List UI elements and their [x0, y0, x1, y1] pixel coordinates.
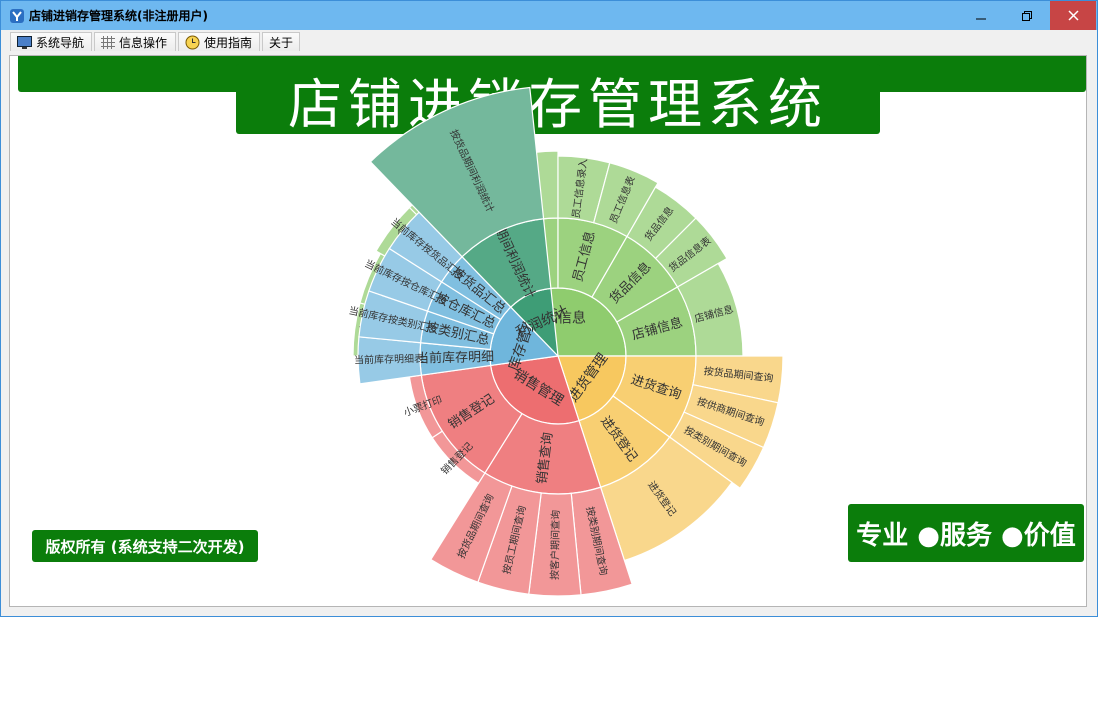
title-bar[interactable]: 店铺进销存管理系统(非注册用户): [1, 1, 1097, 30]
sunburst-leaf-label: 按客户期间查询: [548, 510, 562, 580]
menu-label: 使用指南: [204, 35, 253, 50]
app-icon: [10, 9, 24, 23]
slogan-badge: 专业 ●服务 ●价值: [848, 504, 1084, 562]
menu-label: 信息操作: [119, 35, 168, 50]
sunburst-subcategory-label: 当前库存明细: [416, 349, 494, 367]
minimize-button[interactable]: [958, 1, 1004, 30]
menu-about[interactable]: 关于: [262, 32, 300, 51]
restore-button[interactable]: [1004, 1, 1050, 30]
copyright-badge: 版权所有 (系统支持二次开发): [32, 530, 258, 562]
clock-icon: [185, 35, 200, 49]
menu-info-ops[interactable]: 信息操作: [94, 32, 176, 51]
restore-icon: [1022, 10, 1032, 21]
minimize-icon: [976, 18, 986, 19]
app-window: 店铺进销存管理系统(非注册用户) 系统导航 信息操作 使用指南 关于 店铺进销存…: [0, 0, 1098, 617]
menu-label: 系统导航: [36, 35, 85, 50]
monitor-icon: [17, 35, 32, 49]
close-button[interactable]: [1050, 1, 1096, 30]
menu-label: 关于: [269, 35, 294, 50]
menu-user-guide[interactable]: 使用指南: [178, 32, 260, 51]
grid-icon: [101, 35, 115, 49]
menu-system-nav[interactable]: 系统导航: [10, 32, 92, 51]
main-panel: 店铺进销存管理系统 基础信息仓库信息仓库信息录入仓库信息表供商信息供商信息录入供…: [9, 55, 1087, 607]
menu-bar: 系统导航 信息操作 使用指南 关于: [2, 30, 1096, 53]
close-icon: [1067, 10, 1079, 21]
window-title: 店铺进销存管理系统(非注册用户): [29, 9, 208, 23]
